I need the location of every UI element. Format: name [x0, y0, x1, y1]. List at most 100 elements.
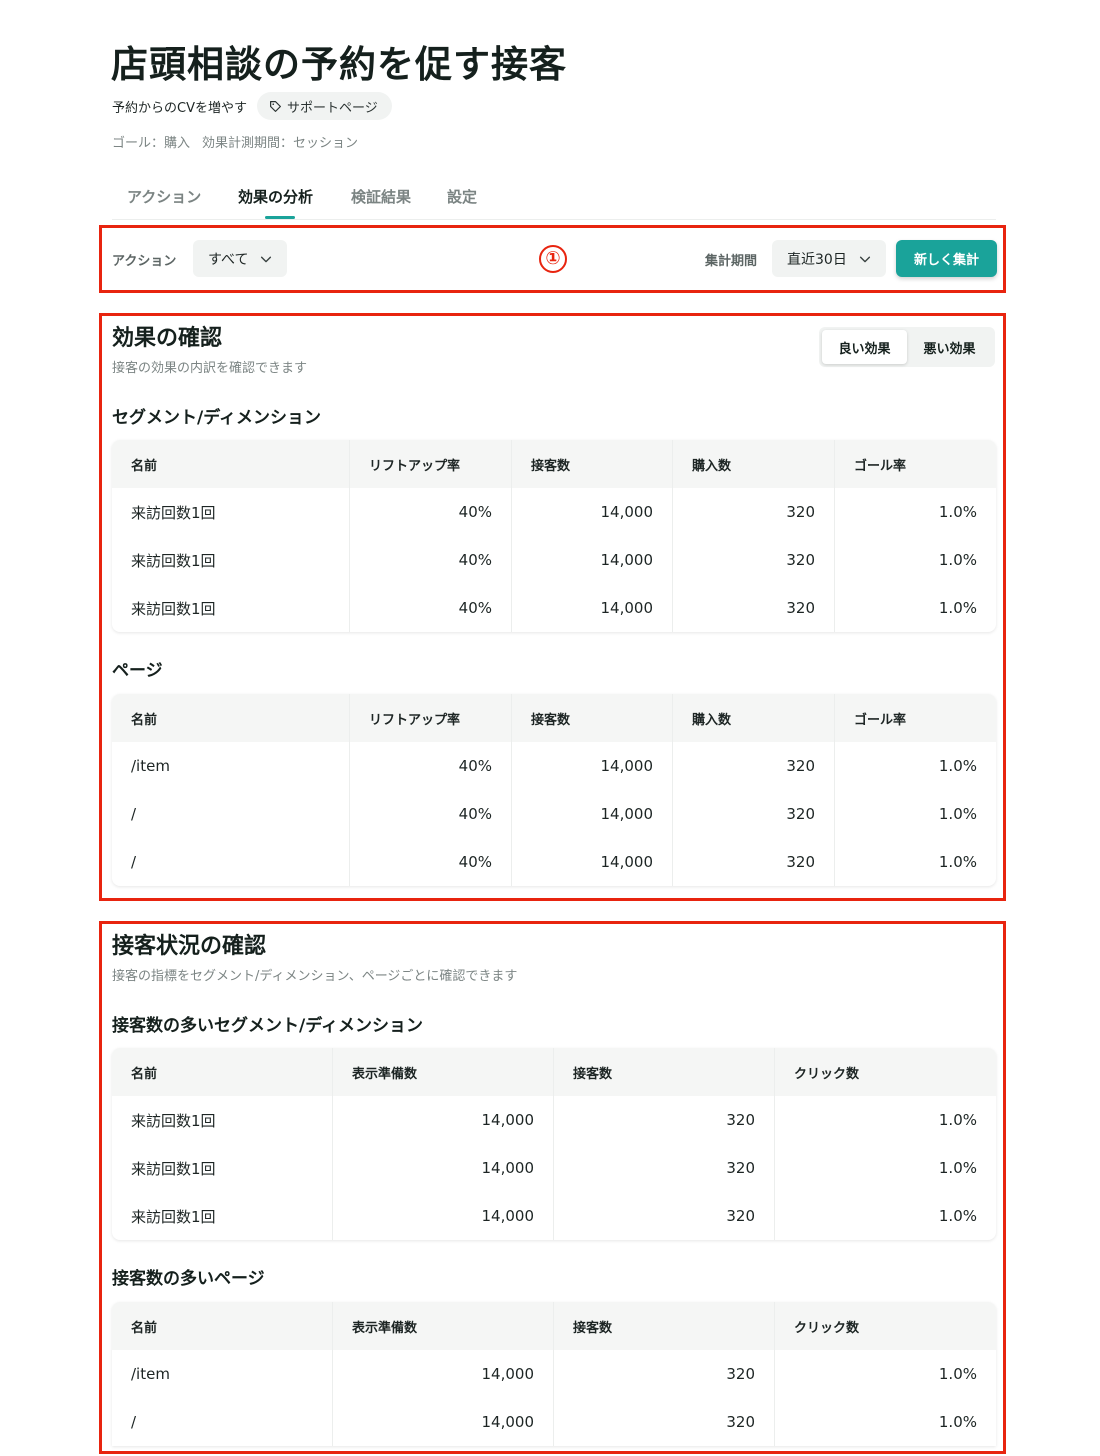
page-title: 店頭相談の予約を促す接客 [111, 43, 567, 86]
column-header-name: 名前 [112, 694, 350, 742]
top-page-table: 名前 表示準備数 接客数 クリック数 /item 14,000 320 1.0%… [112, 1302, 996, 1446]
cell-name: 来訪回数1回 [112, 1144, 333, 1192]
column-header-served: 接客数 [512, 440, 673, 488]
cell-served: 14,000 [512, 742, 673, 790]
cell-name: / [112, 1398, 333, 1446]
cell-ready: 14,000 [333, 1192, 554, 1240]
cell-served: 14,000 [512, 584, 673, 632]
table-row: 来訪回数1回 14,000 320 1.0% [112, 1096, 996, 1144]
top-segment-table: 名前 表示準備数 接客数 クリック数 来訪回数1回 14,000 320 1.0… [112, 1048, 996, 1240]
aggregate-button[interactable]: 新しく集計 [896, 240, 997, 277]
cell-liftup: 40% [350, 584, 512, 632]
column-header-served: 接客数 [554, 1048, 775, 1096]
cell-liftup: 40% [350, 742, 512, 790]
cell-liftup: 40% [350, 790, 512, 838]
column-header-ready: 表示準備数 [333, 1048, 554, 1096]
status-section-desc: 接客の指標をセグメント/ディメンション、ページごとに確認できます [112, 969, 518, 984]
table-row: /item 40% 14,000 320 1.0% [112, 742, 996, 790]
cell-purchases: 320 [673, 584, 835, 632]
cell-goal-rate: 1.0% [938, 503, 977, 521]
good-effect-option[interactable]: 良い効果 [822, 330, 907, 364]
cell-purchases: 320 [673, 488, 835, 536]
column-header-purchases: 購入数 [673, 440, 835, 488]
page-subtitle: 予約からのCVを増やす [112, 100, 247, 116]
tag-badge[interactable]: サポートページ [256, 92, 392, 120]
column-header-name: 名前 [112, 1048, 333, 1096]
cell-ready: 14,000 [333, 1096, 554, 1144]
cell-served: 14,000 [512, 488, 673, 536]
cell-clicks: 1.0% [938, 1207, 977, 1225]
cell-clicks: 1.0% [938, 1159, 977, 1177]
effect-section-title: 効果の確認 [112, 326, 223, 351]
table-row: 来訪回数1回 40% 14,000 320 1.0% [112, 584, 996, 632]
tab-settings[interactable]: 設定 [447, 186, 477, 207]
annotation-marker-1: ① [539, 245, 567, 273]
table-row: / 40% 14,000 320 1.0% [112, 838, 996, 886]
cell-served: 14,000 [512, 838, 673, 886]
cell-goal-rate: 1.0% [938, 551, 977, 569]
action-select[interactable]: すべて [193, 240, 287, 277]
cell-goal-rate: 1.0% [938, 599, 977, 617]
tab-verification-results[interactable]: 検証結果 [351, 186, 411, 207]
cell-liftup: 40% [350, 536, 512, 584]
page-effect-title: ページ [112, 661, 163, 681]
cell-purchases: 320 [673, 742, 835, 790]
cell-served: 14,000 [512, 536, 673, 584]
table-row: /item 14,000 320 1.0% [112, 1350, 996, 1398]
cell-name: 来訪回数1回 [112, 584, 350, 632]
segment-effect-title: セグメント/ディメンション [112, 408, 322, 428]
period-filter-label: 集計期間 [705, 254, 758, 269]
cell-served: 320 [554, 1192, 775, 1240]
column-header-clicks: クリック数 [794, 1066, 860, 1082]
cell-name: /item [112, 742, 350, 790]
active-tab-indicator [265, 216, 295, 219]
cell-name: 来訪回数1回 [112, 536, 350, 584]
effect-section-desc: 接客の効果の内訳を確認できます [112, 361, 308, 376]
table-header: 名前 リフトアップ率 接客数 購入数 ゴール率 [112, 694, 996, 742]
column-header-purchases: 購入数 [673, 694, 835, 742]
cell-served: 320 [554, 1096, 775, 1144]
subtitle-row: 予約からのCVを増やす サポートページ [112, 91, 392, 121]
cell-name: / [112, 790, 350, 838]
cell-served: 320 [554, 1350, 775, 1398]
top-segment-title: 接客数の多いセグメント/ディメンション [112, 1016, 424, 1036]
column-header-goal-rate: ゴール率 [854, 458, 907, 474]
tag-label: サポートページ [286, 100, 378, 116]
table-header: 名前 表示準備数 接客数 クリック数 [112, 1302, 996, 1350]
cell-name: / [112, 838, 350, 886]
period-select[interactable]: 直近30日 [772, 240, 886, 277]
tab-effect-analysis[interactable]: 効果の分析 [238, 186, 313, 207]
chevron-down-icon [260, 256, 272, 262]
column-header-name: 名前 [112, 1302, 333, 1350]
cell-name: /item [112, 1350, 333, 1398]
table-header: 名前 表示準備数 接客数 クリック数 [112, 1048, 996, 1096]
column-header-name: 名前 [112, 440, 350, 488]
table-row: / 14,000 320 1.0% [112, 1398, 996, 1446]
column-header-liftup: リフトアップ率 [350, 694, 512, 742]
cell-ready: 14,000 [333, 1398, 554, 1446]
status-section-title: 接客状況の確認 [112, 934, 267, 959]
cell-liftup: 40% [350, 488, 512, 536]
cell-clicks: 1.0% [938, 1111, 977, 1129]
meta-row: ゴール：購入 効果計測期間：セッション [112, 132, 358, 151]
column-header-goal-rate: ゴール率 [854, 712, 907, 728]
chevron-down-icon [859, 256, 871, 262]
effect-toggle: 良い効果 悪い効果 [819, 327, 995, 367]
table-row: 来訪回数1回 40% 14,000 320 1.0% [112, 488, 996, 536]
cell-served: 320 [554, 1144, 775, 1192]
cell-goal-rate: 1.0% [938, 805, 977, 823]
bad-effect-option[interactable]: 悪い効果 [907, 330, 992, 364]
cell-clicks: 1.0% [938, 1413, 977, 1431]
column-header-ready: 表示準備数 [333, 1302, 554, 1350]
cell-purchases: 320 [673, 536, 835, 584]
page-effect-table: 名前 リフトアップ率 接客数 購入数 ゴール率 /item 40% 14,000… [112, 694, 996, 886]
table-row: 来訪回数1回 14,000 320 1.0% [112, 1144, 996, 1192]
tab-action[interactable]: アクション [127, 186, 201, 207]
cell-served: 14,000 [512, 790, 673, 838]
period-note-text: 効果計測期間：セッション [202, 136, 359, 151]
cell-ready: 14,000 [333, 1144, 554, 1192]
table-row: 来訪回数1回 40% 14,000 320 1.0% [112, 536, 996, 584]
tab-bar: アクション 効果の分析 検証結果 設定 [112, 176, 996, 220]
action-select-value: すべて [208, 251, 249, 268]
table-header: 名前 リフトアップ率 接客数 購入数 ゴール率 [112, 440, 996, 488]
